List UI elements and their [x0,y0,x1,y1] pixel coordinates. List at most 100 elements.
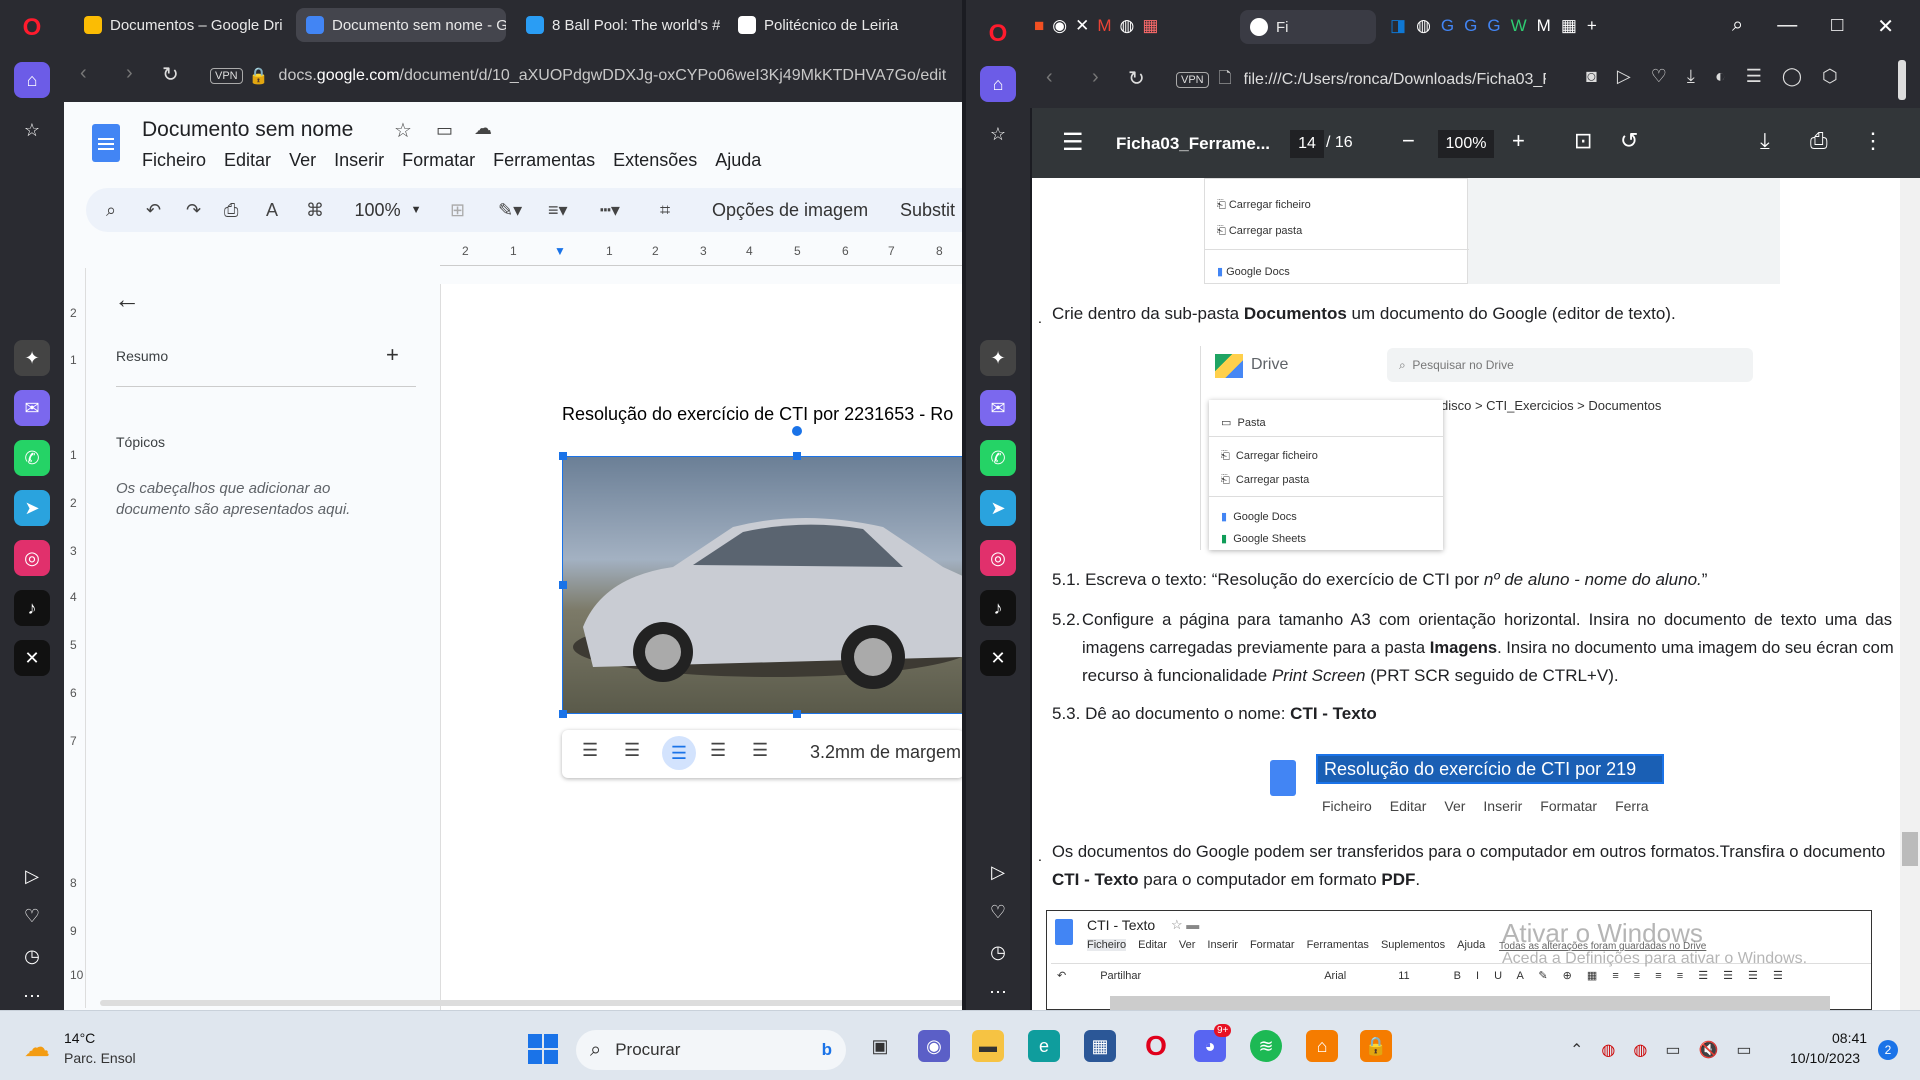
reload-icon[interactable]: ↻ [162,62,179,87]
teams-icon[interactable]: ◉ [918,1030,950,1062]
wrap-text-icon[interactable]: ☰ [624,740,640,761]
image-options-button[interactable]: Opções de imagem [712,192,868,228]
forward-icon[interactable]: › [126,62,133,85]
docs-hscroll[interactable] [100,1000,964,1006]
replace-image-button[interactable]: Substit [900,192,955,228]
task-view-icon[interactable]: ▣ [864,1030,896,1062]
add-summary-icon[interactable]: + [386,342,399,368]
pdf-scrollbar[interactable] [1900,178,1920,1010]
menu-inserir[interactable]: Inserir [334,150,384,171]
search-tabs-icon[interactable]: ⌕ [1732,14,1743,39]
pdf-download-icon[interactable]: ⤓ [1760,128,1770,154]
border-weight-icon[interactable]: ≡▾ [548,192,568,228]
calendar-icon[interactable]: ▦ [1142,16,1158,36]
outlook-icon[interactable]: ◨ [1390,16,1406,36]
star-icon[interactable]: ☆ [394,118,412,143]
google-icon[interactable]: G [1441,16,1454,36]
heart-icon[interactable]: ♡ [14,898,50,934]
instagram-icon[interactable]: ◎ [14,540,50,576]
menu-ajuda[interactable]: Ajuda [715,150,761,171]
whatsapp-icon[interactable]: ✆ [14,440,50,476]
start-icon[interactable] [528,1034,558,1064]
tab-pdf[interactable]: Fi [1240,10,1376,44]
more-icon[interactable]: ⋯ [14,978,50,1014]
m-icon[interactable]: M [1537,16,1551,36]
tab-documentos[interactable]: Documentos – Google Dri [74,8,286,42]
pdf-hscroll-thumb[interactable] [1110,996,1830,1010]
close-icon[interactable]: ✕ [1877,14,1894,39]
home-icon[interactable]: ⌂ [14,62,50,98]
x-icon[interactable]: ✕ [980,640,1016,676]
google-icon[interactable]: G [1464,16,1477,36]
history-icon[interactable]: ◷ [14,938,50,974]
left-address-bar[interactable]: VPN 🔒 docs. google.com/document/d/10_aXUO… [200,56,964,96]
x-icon[interactable]: ✕ [14,640,50,676]
tab-politecnico[interactable]: Politécnico de Leiria [728,8,938,42]
google-icon[interactable]: G [1487,16,1500,36]
file-explorer-icon[interactable]: ▬ [972,1030,1004,1062]
globe-icon[interactable]: ◍ [1120,16,1135,36]
instagram-icon[interactable]: ◎ [980,540,1016,576]
resize-handle[interactable] [559,452,567,460]
pdf-page-input[interactable]: 14 [1290,130,1324,158]
taskbar-search[interactable]: ⌕ Procurar b [576,1030,846,1070]
volume-muted-icon[interactable]: 🔇 [1698,1040,1718,1060]
doc-body-text[interactable]: Resolução do exercício de CTI por 223165… [562,404,962,425]
opera-logo-icon[interactable]: O [980,16,1016,52]
tab-8ball[interactable]: 8 Ball Pool: The world's #1 [516,8,720,42]
break-text-icon[interactable]: ☰ [662,736,696,770]
weather-temp[interactable]: 14°C [64,1030,95,1046]
menu-ferramentas[interactable]: Ferramentas [493,150,595,171]
undo-icon[interactable]: ↶ [146,192,161,228]
spotify-icon[interactable]: ≋ [1250,1030,1282,1062]
app-orange-icon[interactable]: ⌂ [1306,1030,1338,1062]
apps-grid-icon[interactable]: ▦ [1561,16,1577,36]
gmail-icon[interactable]: M [1097,16,1111,36]
easy-setup-icon[interactable]: ☰ [1746,66,1762,87]
wrap-inline-icon[interactable]: ☰ [582,740,598,761]
doc-title[interactable]: Documento sem nome [142,118,353,142]
crop-icon[interactable]: ⌗ [660,192,670,228]
resize-handle[interactable] [559,581,567,589]
new-tab-icon[interactable]: + [1587,16,1597,36]
tab-favicon-icon[interactable]: ◉ [1052,16,1067,36]
forward-icon[interactable]: › [1092,66,1099,89]
docs-logo-icon[interactable] [92,124,120,162]
back-icon[interactable]: ‹ [80,62,87,85]
pen-icon[interactable]: ✎▾ [498,192,522,228]
pdf-more-icon[interactable]: ⋮ [1862,128,1884,154]
pdf-zoom-input[interactable]: 100% [1438,130,1494,158]
aria-icon[interactable]: ✦ [980,340,1016,376]
rotate-handle[interactable] [792,426,802,436]
opera-logo-icon[interactable]: O [14,10,50,46]
zoom-select[interactable]: 100% ▼ [348,192,428,228]
history-icon[interactable]: ◷ [980,934,1016,970]
pdf-print-icon[interactable]: ⎙ [1810,128,1828,154]
heart-icon[interactable]: ♡ [1651,66,1667,87]
store-icon[interactable]: ▦ [1084,1030,1116,1062]
home-icon[interactable]: ⌂ [980,66,1016,102]
download-icon[interactable]: ⤓ [1687,66,1695,87]
weather-desc[interactable]: Parc. Ensol [64,1050,136,1066]
pdf-scroll-thumb[interactable] [1902,832,1918,866]
minimize-icon[interactable]: — [1777,14,1797,39]
paint-format-icon[interactable]: ⌘ [306,192,324,228]
vpn-badge[interactable]: VPN [210,68,243,84]
heart-icon[interactable]: ♡ [980,894,1016,930]
rotate-icon[interactable]: ↺ [1620,128,1638,154]
maximize-icon[interactable]: □ [1831,14,1843,39]
fit-page-icon[interactable]: ⊡ [1574,128,1592,154]
menu-extensoes[interactable]: Extensões [613,150,697,171]
clock-date[interactable]: 10/10/2023 [1790,1050,1860,1066]
cloud-status-icon[interactable]: ☁ [474,118,492,139]
pdf-menu-icon[interactable]: ☰ [1062,128,1084,157]
behind-text-icon[interactable]: ☰ [710,740,726,761]
add-comment-icon[interactable]: ⊞ [450,192,465,228]
notification-badge[interactable]: 2 [1878,1040,1898,1060]
network-icon[interactable]: ▭ [1665,1040,1680,1060]
globe-icon[interactable]: ◍ [1416,16,1431,36]
player-icon[interactable]: ▷ [980,854,1016,890]
messenger-icon[interactable]: ✉ [14,390,50,426]
resize-handle[interactable] [793,452,801,460]
bookmarks-icon[interactable]: ☆ [14,112,50,148]
